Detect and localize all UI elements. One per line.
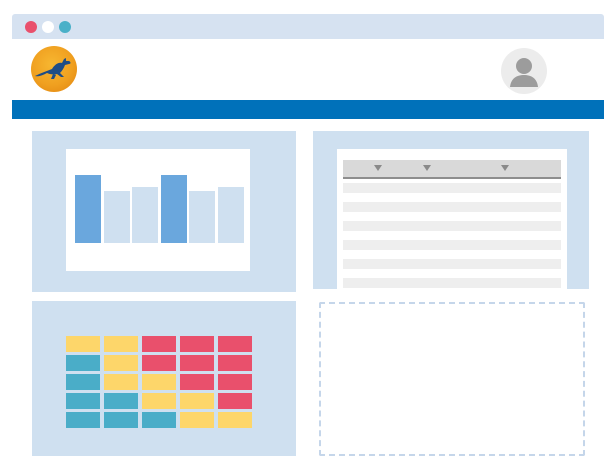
heatmap-cell — [142, 374, 176, 390]
chart-bar — [160, 175, 187, 243]
heatmap-widget[interactable] — [32, 301, 296, 456]
heatmap-cell — [104, 412, 138, 428]
sort-arrow-icon[interactable] — [501, 165, 509, 171]
table-row[interactable] — [343, 221, 561, 231]
table-card — [337, 149, 567, 300]
heatmap-cell — [218, 336, 252, 352]
heatmap-cell — [180, 374, 214, 390]
heatmap-cell — [66, 393, 100, 409]
chart-bar — [189, 191, 215, 243]
heatmap-cell — [218, 412, 252, 428]
heatmap-cell — [142, 355, 176, 371]
table-row[interactable] — [343, 240, 561, 250]
chart-bar — [217, 187, 244, 243]
heatmap-cell — [180, 412, 214, 428]
close-dot[interactable] — [25, 21, 37, 33]
chart-bar — [75, 175, 101, 243]
sort-arrow-icon[interactable] — [374, 165, 382, 171]
maximize-dot[interactable] — [59, 21, 71, 33]
heatmap-cell — [142, 336, 176, 352]
heatmap-cell — [104, 355, 138, 371]
heatmap-cell — [218, 393, 252, 409]
user-avatar-icon[interactable] — [501, 48, 547, 94]
heatmap-cell — [218, 374, 252, 390]
bar-chart-card — [66, 149, 250, 271]
table-row[interactable] — [343, 259, 561, 269]
heatmap-cell — [180, 393, 214, 409]
heatmap-cell — [66, 374, 100, 390]
chart-bar — [103, 191, 130, 243]
nav-bar[interactable] — [12, 100, 604, 119]
table-row[interactable] — [343, 278, 561, 288]
table-row[interactable] — [343, 183, 561, 193]
heatmap-cell — [180, 355, 214, 371]
bar-chart-widget[interactable] — [32, 131, 296, 292]
dashboard-window — [12, 14, 604, 456]
heatmap-cell — [66, 355, 100, 371]
heatmap-cell — [218, 355, 252, 371]
table-widget[interactable] — [313, 131, 589, 300]
table-row[interactable] — [343, 202, 561, 212]
chart-bar — [132, 187, 158, 243]
table-header — [343, 160, 561, 179]
app-header — [12, 39, 604, 99]
heatmap-cell — [104, 374, 138, 390]
title-bar — [12, 14, 604, 39]
heatmap-cell — [66, 412, 100, 428]
heatmap-cell — [142, 393, 176, 409]
heatmap-cell — [104, 393, 138, 409]
minimize-dot[interactable] — [42, 21, 54, 33]
heatmap-cell — [180, 336, 214, 352]
heatmap-cell — [66, 336, 100, 352]
sort-arrow-icon[interactable] — [423, 165, 431, 171]
kangaroo-logo-icon[interactable] — [31, 46, 77, 92]
empty-widget-dropzone[interactable] — [319, 302, 585, 456]
heatmap-cell — [142, 412, 176, 428]
heatmap-cell — [104, 336, 138, 352]
